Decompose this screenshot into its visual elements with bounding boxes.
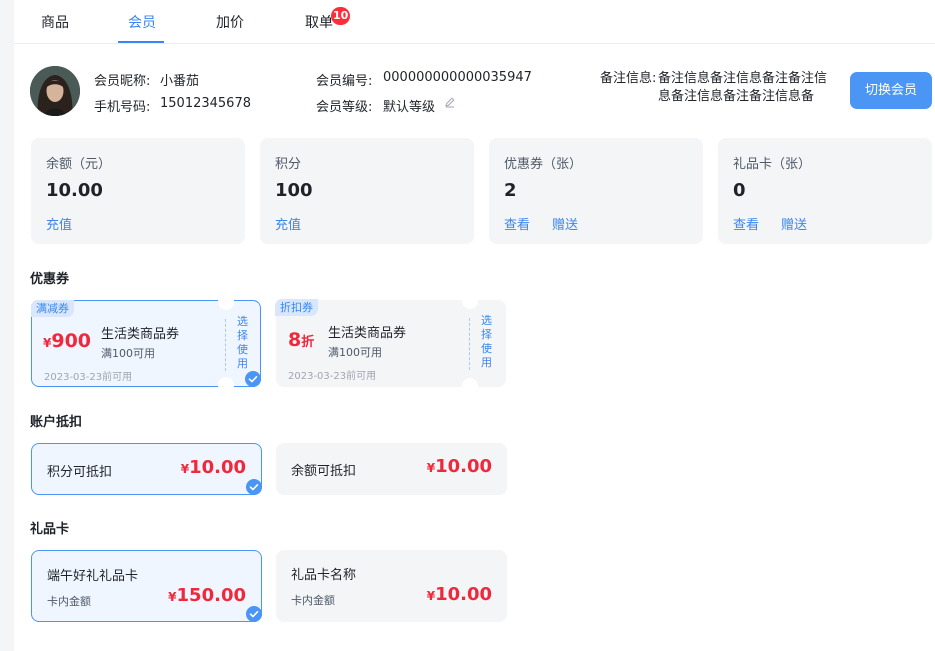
- active-tab-indicator: [118, 41, 164, 43]
- note-label: 备注信息:: [600, 71, 657, 86]
- deduct-amount: ¥10.00: [180, 457, 246, 478]
- tab-goods[interactable]: 商品: [41, 12, 69, 32]
- coupon-condition: 满100可用: [328, 346, 382, 359]
- points-card: 积分 100 充值: [260, 138, 474, 244]
- giftcard-sub-label: 卡内金额: [291, 594, 335, 607]
- coupon-divider: [225, 319, 226, 371]
- balance-recharge-link[interactable]: 充值: [46, 214, 72, 233]
- coupon-notch: [462, 378, 478, 388]
- coupon-tag: 折扣券: [275, 299, 318, 316]
- coupon-item[interactable]: 折扣券 8折 生活类商品券 满100可用 2023-03-23前可用 选择使用: [275, 299, 506, 388]
- coupon-condition: 满100可用: [101, 347, 155, 360]
- tab-bar: 商品 会员 加价 取单 10: [14, 0, 935, 44]
- coupons-view-link[interactable]: 查看: [504, 214, 530, 233]
- coupons-section-title: 优惠券: [30, 272, 70, 287]
- nickname-label: 会员昵称:: [94, 74, 151, 89]
- coupons-gift-link[interactable]: 赠送: [552, 214, 578, 233]
- select-use-button[interactable]: 选择使用: [237, 315, 249, 371]
- points-title: 积分: [275, 157, 302, 172]
- member-id-label: 会员编号:: [316, 74, 373, 89]
- nickname-value: 小番茄: [160, 74, 200, 89]
- giftcard-item[interactable]: 端午好礼礼品卡 卡内金额 ¥150.00: [31, 550, 262, 622]
- left-panel-edge: [0, 0, 14, 651]
- coupon-date: 2023-03-23前可用: [44, 372, 133, 383]
- points-deduct-option[interactable]: 积分可抵扣 ¥10.00: [31, 443, 262, 495]
- edit-level-icon[interactable]: [444, 96, 456, 108]
- coupon-date: 2023-03-23前可用: [288, 371, 377, 382]
- balance-card: 余额（元） 10.00 充值: [31, 138, 245, 244]
- giftcard-sub-label: 卡内金额: [47, 595, 91, 608]
- coupon-name: 生活类商品券: [101, 327, 180, 342]
- giftcards-card: 礼品卡（张） 0 查看 赠送: [718, 138, 932, 244]
- member-level-label: 会员等级:: [316, 100, 373, 115]
- deduct-section-title: 账户抵扣: [30, 415, 83, 430]
- giftcards-title: 礼品卡（张）: [733, 157, 812, 172]
- giftcard-section-title: 礼品卡: [30, 522, 70, 537]
- phone-value: 15012345678: [160, 96, 251, 111]
- tab-member[interactable]: 会员: [128, 12, 156, 32]
- coupon-divider: [469, 318, 470, 370]
- giftcard-name: 礼品卡名称: [291, 568, 357, 583]
- select-use-button[interactable]: 选择使用: [481, 314, 493, 370]
- giftcard-name: 端午好礼礼品卡: [47, 569, 139, 584]
- coupons-value: 2: [504, 180, 517, 201]
- selected-check-icon: [246, 479, 262, 495]
- giftcard-amount: ¥150.00: [168, 585, 246, 606]
- giftcards-gift-link[interactable]: 赠送: [781, 214, 807, 233]
- coupon-name: 生活类商品券: [328, 326, 407, 341]
- giftcard-item[interactable]: 礼品卡名称 卡内金额 ¥10.00: [276, 550, 507, 622]
- coupon-amount: 8折: [288, 329, 315, 351]
- deduct-amount: ¥10.00: [426, 456, 492, 477]
- pickup-count-badge: 10: [331, 7, 351, 25]
- coupons-title: 优惠券（张）: [504, 157, 583, 172]
- selected-check-icon: [245, 371, 261, 387]
- points-value: 100: [275, 180, 313, 201]
- balance-deduct-option[interactable]: 余额可抵扣 ¥10.00: [276, 443, 507, 495]
- note-text-line-1: 备注信息备注信息备注备注信: [658, 71, 828, 86]
- switch-member-button[interactable]: 切换会员: [850, 72, 932, 109]
- member-level-value: 默认等级: [383, 100, 436, 115]
- coupon-notch: [462, 299, 478, 309]
- balance-value: 10.00: [46, 180, 103, 201]
- coupon-notch: [218, 377, 234, 387]
- points-recharge-link[interactable]: 充值: [275, 214, 301, 233]
- giftcards-view-link[interactable]: 查看: [733, 214, 759, 233]
- phone-label: 手机号码:: [94, 100, 151, 115]
- coupon-tag: 满减券: [31, 300, 74, 317]
- giftcard-amount: ¥10.00: [426, 584, 492, 605]
- tab-pickup-order[interactable]: 取单: [305, 12, 333, 32]
- deduct-label: 积分可抵扣: [47, 465, 113, 480]
- deduct-label: 余额可抵扣: [291, 464, 357, 479]
- selected-check-icon: [246, 606, 262, 622]
- note-text-line-2: 息备注信息备注备注信息备: [658, 89, 815, 104]
- balance-title: 余额（元）: [46, 157, 112, 172]
- coupon-amount: ¥900: [43, 330, 92, 352]
- avatar: [30, 66, 80, 116]
- coupon-notch: [218, 300, 234, 310]
- member-id-value: 000000000000035947: [383, 70, 532, 85]
- coupons-card: 优惠券（张） 2 查看 赠送: [489, 138, 703, 244]
- tab-markup[interactable]: 加价: [216, 12, 244, 32]
- coupon-item[interactable]: 满减券 ¥900 生活类商品券 满100可用 2023-03-23前可用 选择使…: [31, 300, 261, 387]
- giftcards-value: 0: [733, 180, 746, 201]
